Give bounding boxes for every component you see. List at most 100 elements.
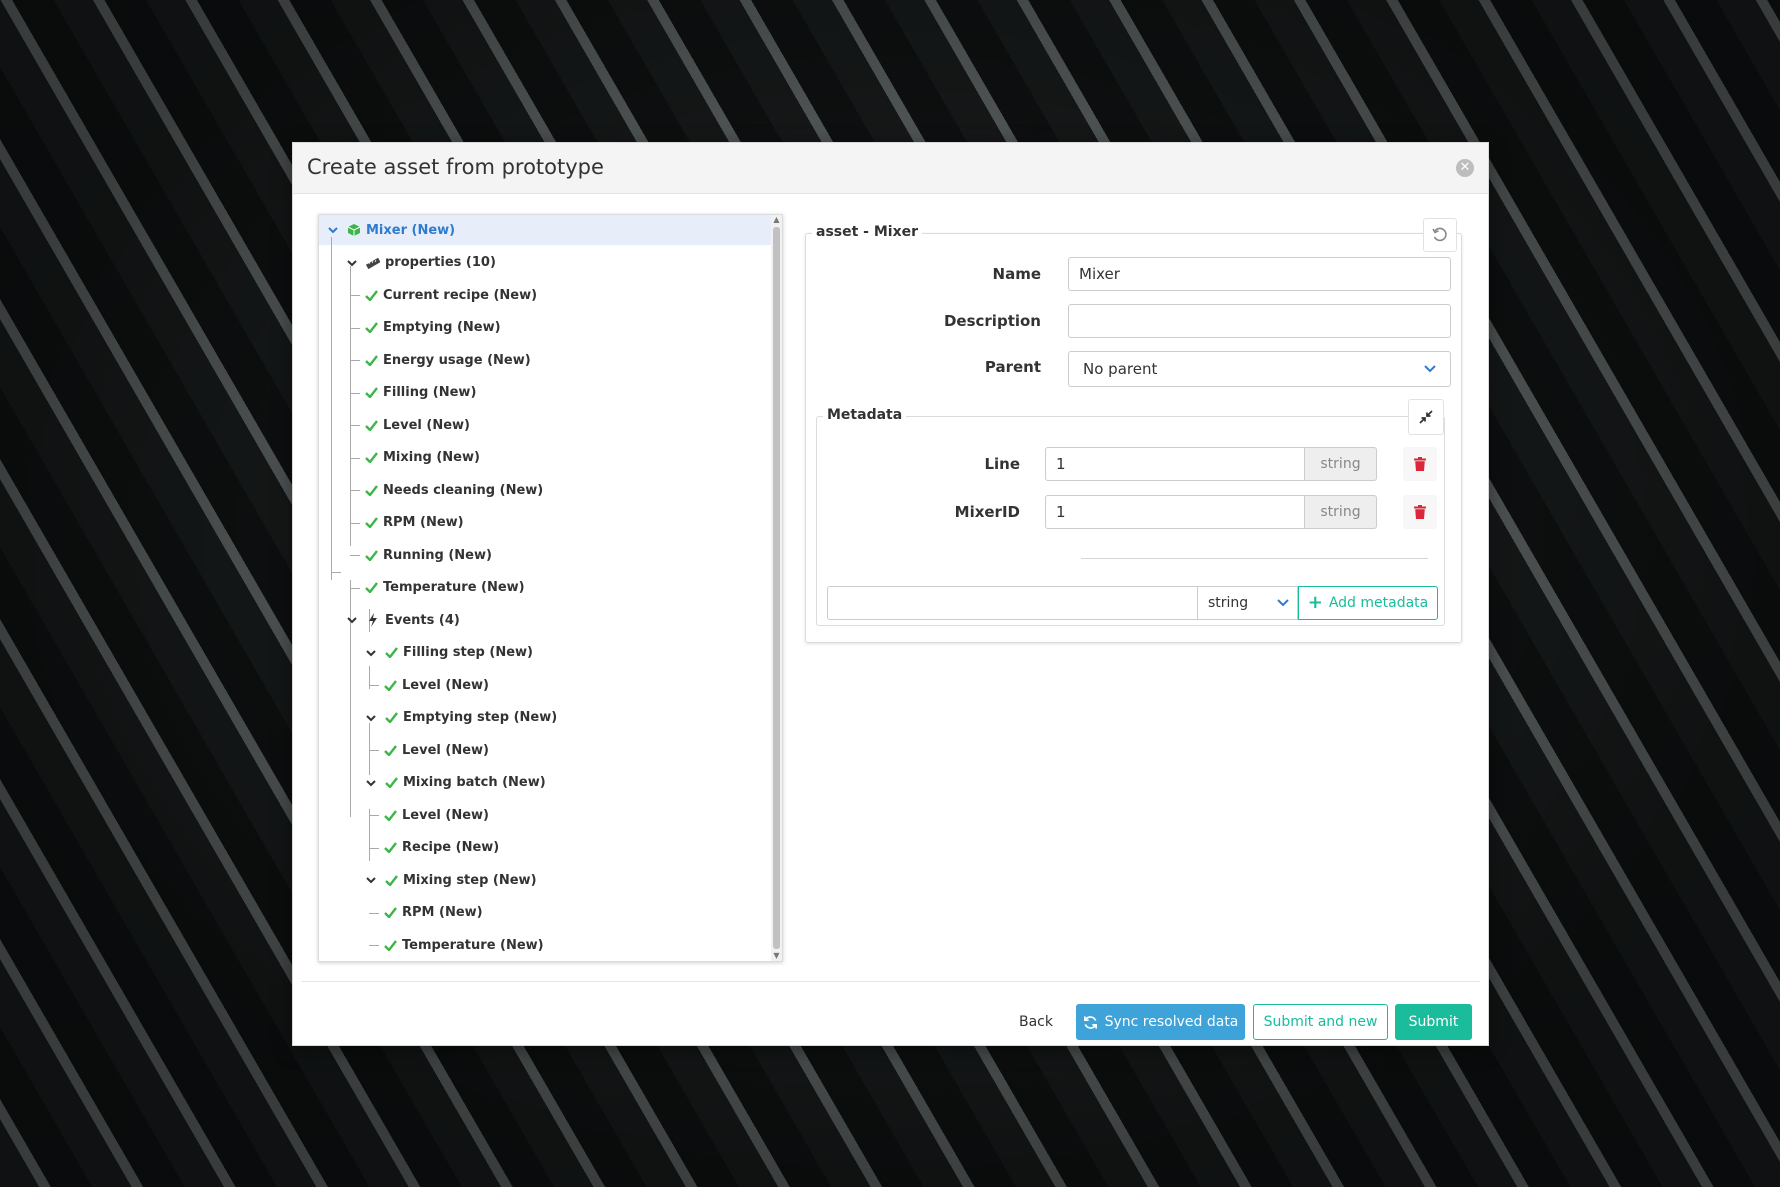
tree-line: [350, 266, 351, 546]
tree-node[interactable]: Level (New): [384, 735, 489, 765]
tree-node-label: RPM (New): [402, 905, 483, 920]
tree-node-label: Level (New): [383, 417, 470, 433]
tree-node[interactable]: Current recipe (New): [365, 280, 537, 310]
tree-node[interactable]: Temperature (New): [365, 573, 525, 603]
metadata-mixerid-label: MixerID: [954, 503, 1020, 521]
tree-root-node[interactable]: Mixer (New): [327, 215, 455, 245]
name-label: Name: [992, 265, 1041, 283]
trash-icon[interactable]: [1403, 447, 1437, 481]
tree-node[interactable]: Level (New): [384, 800, 489, 830]
tree-node-label: Filling (New): [383, 385, 477, 400]
tree-group-node[interactable]: properties (10): [346, 248, 496, 278]
check-icon: [385, 777, 398, 788]
chevron-down-icon[interactable]: [346, 614, 358, 626]
tree-node-label: properties (10): [385, 255, 496, 270]
tree-line: [331, 237, 332, 580]
tree-node-label: Events (4): [385, 612, 460, 628]
submit-and-new-button[interactable]: Submit and new: [1253, 1004, 1388, 1040]
check-icon: [384, 744, 397, 756]
tree-line: [369, 912, 379, 914]
tree-node[interactable]: Emptying step (New): [365, 703, 557, 733]
chevron-down-icon[interactable]: [346, 257, 358, 269]
tree-node[interactable]: Recipe (New): [384, 833, 499, 863]
chevron-down-icon[interactable]: [365, 874, 377, 886]
compress-icon[interactable]: [1408, 399, 1444, 435]
ruler-icon: [366, 257, 380, 269]
chevron-down-icon[interactable]: [365, 647, 377, 659]
tree-node-label: Mixing step (New): [403, 872, 537, 888]
tree-node-label: Temperature (New): [402, 937, 544, 953]
tree-node[interactable]: Running (New): [365, 540, 492, 570]
sync-label: Sync resolved data: [1104, 1014, 1239, 1030]
tree-line: [350, 392, 360, 394]
chevron-down-icon[interactable]: [365, 712, 377, 724]
tree-node[interactable]: Temperature (New): [384, 930, 544, 960]
asset-fieldset: asset - Mixer Name Description Parent No…: [805, 218, 1462, 643]
check-icon: [385, 712, 398, 723]
parent-select[interactable]: No parent: [1068, 351, 1451, 387]
tree-scrollbar[interactable]: ▲ ▼: [771, 215, 782, 961]
tree-node-label: Mixer (New): [366, 222, 456, 238]
tree-node[interactable]: Mixing batch (New): [365, 768, 546, 798]
tree-node-label: Temperature (New): [383, 580, 525, 595]
check-icon: [384, 842, 397, 853]
tree-node-label: Level (New): [402, 742, 489, 758]
create-asset-modal: Create asset from prototype ✕ ▲ ▼ Mixer …: [292, 142, 1489, 1046]
metadata-mixerid-input[interactable]: [1045, 495, 1305, 529]
chevron-down-icon[interactable]: [365, 777, 377, 789]
undo-icon[interactable]: [1423, 218, 1457, 252]
tree-line: [350, 327, 360, 329]
check-icon: [384, 809, 397, 821]
tree-line: [350, 425, 360, 426]
scroll-down-icon[interactable]: ▼: [771, 951, 782, 961]
scrollbar-thumb[interactable]: [773, 227, 780, 949]
check-icon: [365, 582, 378, 593]
new-metadata-type-value: string: [1208, 595, 1249, 611]
sync-resolved-data-button[interactable]: Sync resolved data: [1076, 1004, 1245, 1040]
description-input[interactable]: [1068, 304, 1451, 338]
tree-line: [369, 685, 379, 686]
parent-select-value: No parent: [1083, 360, 1158, 378]
trash-icon[interactable]: [1403, 495, 1437, 529]
tree-node[interactable]: RPM (New): [384, 898, 483, 928]
check-icon: [365, 387, 378, 398]
tree-node[interactable]: Emptying (New): [365, 313, 501, 343]
scroll-up-icon[interactable]: ▲: [771, 215, 782, 225]
parent-label: Parent: [984, 358, 1041, 376]
check-icon: [384, 939, 397, 951]
tree-node[interactable]: Mixing step (New): [365, 865, 537, 895]
tree-line: [350, 555, 360, 556]
chevron-down-icon[interactable]: [327, 224, 339, 236]
check-icon: [365, 549, 378, 561]
tree-node[interactable]: Filling step (New): [365, 638, 533, 668]
submit-button[interactable]: Submit: [1395, 1004, 1472, 1040]
tree-node-label: Running (New): [383, 547, 492, 563]
tree-node[interactable]: Level (New): [365, 410, 470, 440]
tree-node[interactable]: Energy usage (New): [365, 345, 531, 375]
tree-node-label: Filling step (New): [403, 645, 533, 660]
name-input[interactable]: [1068, 257, 1451, 291]
tree-node-label: Energy usage (New): [383, 352, 531, 368]
tree-group-node[interactable]: Events (4): [346, 605, 460, 635]
chevron-down-icon: [1424, 365, 1436, 373]
asset-tree: ▲ ▼ Mixer (New) properties (10) Current re…: [318, 214, 783, 962]
chevron-down-icon: [1277, 599, 1289, 607]
back-button[interactable]: Back: [1011, 1004, 1061, 1040]
new-metadata-type-select[interactable]: string: [1198, 586, 1298, 620]
add-metadata-button[interactable]: + Add metadata: [1298, 586, 1438, 620]
tree-node-label: Level (New): [402, 677, 489, 693]
tree-node[interactable]: Filling (New): [365, 378, 476, 408]
tree-node[interactable]: RPM (New): [365, 508, 464, 538]
new-metadata-input[interactable]: [827, 586, 1198, 620]
tree-node-label: Mixing (New): [383, 450, 480, 465]
tree-node[interactable]: Level (New): [384, 670, 489, 700]
close-icon[interactable]: ✕: [1456, 159, 1474, 177]
tree-line: [350, 457, 360, 459]
tree-node-label: Mixing batch (New): [403, 775, 546, 790]
tree-line: [369, 815, 379, 816]
metadata-line-input[interactable]: [1045, 447, 1305, 481]
tree-node[interactable]: Needs cleaning (New): [365, 475, 543, 505]
tree-node[interactable]: Mixing (New): [365, 443, 480, 473]
tree-line: [369, 809, 370, 861]
check-icon: [365, 484, 378, 496]
